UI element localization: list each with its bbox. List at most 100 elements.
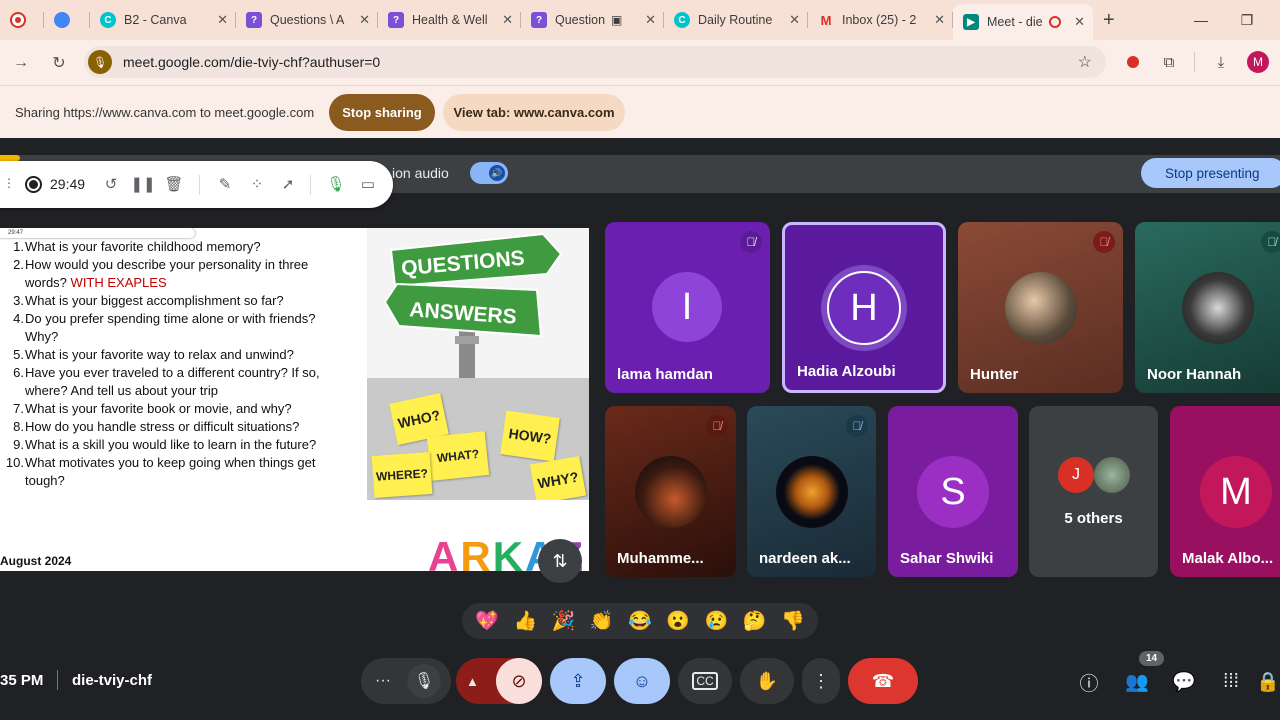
tab-questions[interactable]: ? Questions \ A ✕ [236,0,378,40]
tab-question[interactable]: ? Question ▣ ✕ [521,0,664,40]
reaction-sad[interactable]: 😢 [705,609,729,633]
pen-icon[interactable]: ✎ [215,174,235,194]
reaction-laugh[interactable]: 😂 [628,609,652,633]
participant-tile[interactable]: S Sahar Shwiki [888,406,1018,577]
forward-icon[interactable]: → [3,45,39,81]
reaction-surprised[interactable]: 😮 [666,609,690,633]
sticky-notes-image: WHO? HOW? WHAT? WHERE? WHY? [367,378,589,500]
microphone-button[interactable]: 🎙 [407,664,441,698]
extension-icon: ? [531,12,547,28]
address-bar[interactable]: 🎙 meet.google.com/die-tviy-chf?authuser=… [84,46,1106,78]
url-text[interactable]: meet.google.com/die-tviy-chf?authuser=0 [123,54,380,70]
mic-off-icon: 🎙̸ [1261,231,1280,253]
raise-hand-button[interactable]: ✋ [740,658,794,704]
note-where: WHERE? [371,452,433,498]
reaction-thumbs-up[interactable]: 👍 [513,609,537,633]
restart-icon[interactable]: ↺ [101,174,121,194]
reaction-heart[interactable]: 💖 [475,609,499,633]
participant-tile[interactable]: 🎙̸ nardeen ak... [747,406,876,577]
reaction-party[interactable]: 🎉 [552,609,576,633]
mic-off-icon: 🎙̸ [846,415,868,437]
people-icon[interactable]: 👥 [1120,665,1154,699]
tab-canva-b2[interactable]: C B2 - Canva ✕ [90,0,236,40]
reload-icon[interactable]: ↻ [41,45,77,81]
tab-meet[interactable]: ▶ Meet - die ✕ [953,4,1093,40]
activities-icon[interactable]: ⁞⁞⁞ [1214,665,1248,699]
close-icon[interactable]: ✕ [934,12,945,28]
recording-indicator-icon [1048,16,1061,28]
participant-tile[interactable]: 🎙̸ Noor Hannah [1135,222,1280,393]
tab-daily-routine[interactable]: C Daily Routine ✕ [664,0,808,40]
avatar: S [917,456,989,528]
avatar [635,456,707,528]
meeting-info-icon[interactable]: ⓘ [1072,665,1106,699]
close-icon[interactable]: ✕ [502,12,513,28]
delete-icon[interactable]: 🗑 [164,174,184,194]
audio-share-toggle[interactable]: 🔊 [470,162,508,184]
close-icon[interactable]: ✕ [789,12,800,28]
drag-handle-icon[interactable]: ⋮ [3,176,15,190]
chat-icon[interactable]: 💬 [1167,665,1201,699]
more-audio-icon[interactable]: ··· [371,672,395,690]
chevron-up-icon[interactable]: ▲ [466,674,479,689]
site-info-icon[interactable]: 🎙 [88,50,112,74]
others-tile[interactable]: J 5 others [1029,406,1158,577]
note-what: WHAT? [426,431,490,481]
new-tab-button[interactable]: + [1103,9,1115,32]
captions-button[interactable]: CC [678,658,732,704]
tab-recording[interactable] [0,0,44,40]
participant-tile[interactable]: 🎙̸ Hunter [958,222,1123,393]
present-button[interactable]: ⇪ [550,658,606,704]
cursor-icon[interactable]: ➚ [278,174,298,194]
stop-sharing-button[interactable]: Stop sharing [329,94,435,131]
minimize-button[interactable]: — [1178,0,1224,40]
view-tab-button[interactable]: View tab: www.canva.com [443,94,625,131]
extensions-icon[interactable]: ⧉ [1155,48,1183,76]
close-icon[interactable]: ✕ [1074,14,1085,30]
question-item: 1. What is your favorite childhood memory… [13,239,261,254]
more-options-button[interactable]: ⋮ [802,658,840,704]
screen-recorder-bar: ⋮ 29:49 ↺ ❚❚ 🗑 ✎ ⁘ ➚ 🎙 ▭ [0,161,393,208]
tab-health[interactable]: ? Health & Well ✕ [378,0,521,40]
tab-gmail[interactable]: M Inbox (25) - 2 ✕ [808,0,953,40]
others-count: 5 others [1064,510,1123,527]
emoji-icon: ☺ [632,670,652,691]
reaction-thumbs-down[interactable]: 👎 [781,609,805,633]
reactions-bar: 💖 👍 🎉 👏 😂 😮 😢 🤔 👎 [462,603,818,639]
participant-tile[interactable]: I 🎙̸ lama hamdan [605,222,770,393]
globe-icon [54,12,70,28]
download-icon[interactable]: ⤓ [1207,48,1235,76]
bar-divider [57,670,58,690]
stop-presenting-button[interactable]: Stop presenting [1141,158,1280,188]
close-icon[interactable]: ✕ [359,12,370,28]
microphone-icon[interactable]: 🎙 [326,174,346,194]
tab-title: B2 - Canva [124,13,187,27]
stop-recording-icon[interactable] [25,176,42,193]
grid-icon[interactable]: ⁘ [247,174,267,194]
restore-button[interactable]: ❐ [1224,0,1270,40]
reactions-button[interactable]: ☺ [614,658,670,704]
reaction-thinking[interactable]: 🤔 [743,609,767,633]
participant-tile-speaking[interactable]: H Hadia Alzoubi [782,222,946,393]
leave-call-button[interactable]: ☎ [848,658,918,704]
tab-title: Daily Routine [698,13,773,27]
record-extension-icon[interactable] [1119,48,1147,76]
mini-recorder-bar: 29:47 [0,228,195,238]
tab-globe[interactable] [44,0,90,40]
close-icon[interactable]: ✕ [217,12,228,28]
profile-avatar[interactable]: M [1244,48,1272,76]
participant-name: lama hamdan [617,366,713,383]
pause-icon[interactable]: ❚❚ [130,174,155,194]
host-controls-icon[interactable]: 🔒 [1256,665,1280,699]
reaction-clap[interactable]: 👏 [590,609,614,633]
bookmark-star-icon[interactable]: ☆ [1078,52,1092,72]
participant-tile[interactable]: 🎙̸ Muhamme... [605,406,736,577]
camera-icon[interactable]: ▭ [358,174,378,194]
participant-tile[interactable]: M Malak Albo... [1170,406,1280,577]
close-icon[interactable]: ✕ [645,12,656,28]
participant-name: Muhamme... [617,550,704,567]
question-item: 7. What is your favorite book or movie, a… [13,401,292,416]
camera-off-button[interactable]: ⊘ [496,658,542,704]
swap-layout-icon[interactable]: ⇅ [538,539,582,583]
avatar: M [1200,456,1272,528]
